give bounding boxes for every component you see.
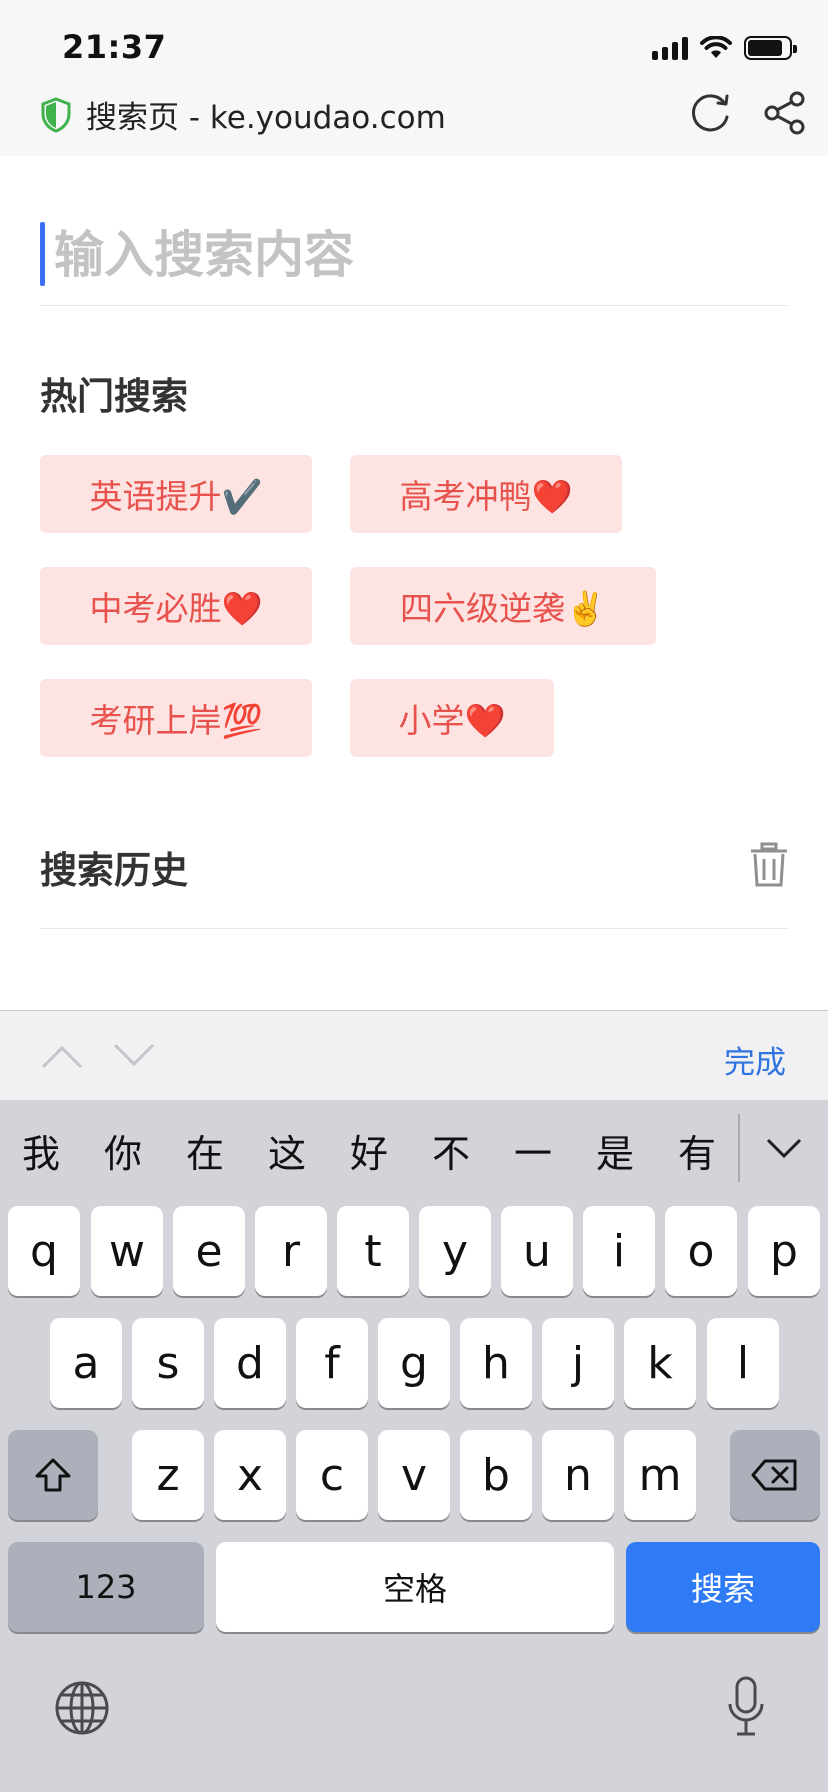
candidate-word[interactable]: 一 — [492, 1123, 574, 1178]
chevron-down-icon[interactable] — [112, 1041, 156, 1071]
candidate-word[interactable]: 你 — [82, 1123, 164, 1178]
key-o[interactable]: o — [665, 1206, 737, 1296]
key-a[interactable]: a — [50, 1318, 122, 1408]
battery-icon — [744, 36, 797, 60]
key-u[interactable]: u — [501, 1206, 573, 1296]
done-button[interactable]: 完成 — [724, 1037, 786, 1082]
candidate-word[interactable]: 不 — [410, 1123, 492, 1178]
candidate-word[interactable]: 有 — [656, 1123, 738, 1178]
search-field[interactable] — [40, 220, 788, 306]
hot-search-chip[interactable]: 考研上岸💯 — [40, 679, 312, 757]
shift-icon — [35, 1458, 71, 1492]
backspace-icon — [751, 1459, 797, 1491]
key-b[interactable]: b — [460, 1430, 532, 1520]
candidate-word[interactable]: 好 — [328, 1123, 410, 1178]
backspace-key[interactable] — [730, 1430, 820, 1520]
hot-search-chip[interactable]: 中考必胜❤️ — [40, 567, 312, 645]
chevron-down-icon[interactable] — [762, 1134, 806, 1164]
key-n[interactable]: n — [542, 1430, 614, 1520]
trash-icon[interactable] — [748, 842, 790, 888]
text-caret — [40, 222, 45, 286]
page-title: 搜索页 - ke.youdao.com — [86, 100, 446, 136]
key-g[interactable]: g — [378, 1318, 450, 1408]
microphone-icon[interactable] — [726, 1676, 766, 1738]
search-input[interactable] — [54, 220, 784, 290]
key-t[interactable]: t — [337, 1206, 409, 1296]
key-j[interactable]: j — [542, 1318, 614, 1408]
key-l[interactable]: l — [707, 1318, 779, 1408]
key-x[interactable]: x — [214, 1430, 286, 1520]
globe-icon[interactable] — [54, 1680, 110, 1736]
key-v[interactable]: v — [378, 1430, 450, 1520]
key-d[interactable]: d — [214, 1318, 286, 1408]
key-c[interactable]: c — [296, 1430, 368, 1520]
address-bar[interactable]: 搜索页 - ke.youdao.com — [40, 92, 446, 137]
key-p[interactable]: p — [748, 1206, 820, 1296]
space-key[interactable]: 空格 — [216, 1542, 614, 1632]
hot-search-chip[interactable]: 英语提升✔️ — [40, 455, 312, 533]
reload-icon[interactable] — [688, 90, 734, 136]
key-h[interactable]: h — [460, 1318, 532, 1408]
candidate-divider — [738, 1114, 740, 1182]
cellular-signal-icon — [652, 36, 688, 60]
key-s[interactable]: s — [132, 1318, 204, 1408]
hot-search-chip[interactable]: 小学❤️ — [350, 679, 554, 757]
key-f[interactable]: f — [296, 1318, 368, 1408]
candidate-word[interactable]: 是 — [574, 1123, 656, 1178]
key-k[interactable]: k — [624, 1318, 696, 1408]
search-key[interactable]: 搜索 — [626, 1542, 820, 1632]
shield-icon — [41, 96, 71, 133]
browser-top-bar: 21:37 搜索页 - ke.youdao.com — [0, 0, 828, 156]
keyboard-accessory-bar: 完成 — [0, 1010, 828, 1100]
key-q[interactable]: q — [8, 1206, 80, 1296]
divider — [40, 928, 788, 929]
hot-search-chip[interactable]: 高考冲鸭❤️ — [350, 455, 622, 533]
key-w[interactable]: w — [91, 1206, 163, 1296]
hot-search-chip[interactable]: 四六级逆袭✌️ — [350, 567, 656, 645]
chevron-up-icon[interactable] — [40, 1041, 84, 1071]
wifi-icon — [700, 36, 732, 58]
status-icons — [652, 36, 797, 60]
status-time: 21:37 — [62, 28, 167, 66]
candidate-word[interactable]: 这 — [246, 1123, 328, 1178]
hot-search-title: 热门搜索 — [40, 375, 188, 418]
shift-key[interactable] — [8, 1430, 98, 1520]
candidate-bar: 我 你 在 这 好 不 一 是 有 — [0, 1100, 828, 1200]
numbers-key[interactable]: 123 — [8, 1542, 204, 1632]
key-r[interactable]: r — [255, 1206, 327, 1296]
key-e[interactable]: e — [173, 1206, 245, 1296]
key-z[interactable]: z — [132, 1430, 204, 1520]
candidate-word[interactable]: 我 — [0, 1123, 82, 1178]
key-i[interactable]: i — [583, 1206, 655, 1296]
key-y[interactable]: y — [419, 1206, 491, 1296]
share-icon[interactable] — [762, 90, 808, 136]
candidate-word[interactable]: 在 — [164, 1123, 246, 1178]
search-history-title: 搜索历史 — [40, 849, 188, 892]
key-m[interactable]: m — [624, 1430, 696, 1520]
